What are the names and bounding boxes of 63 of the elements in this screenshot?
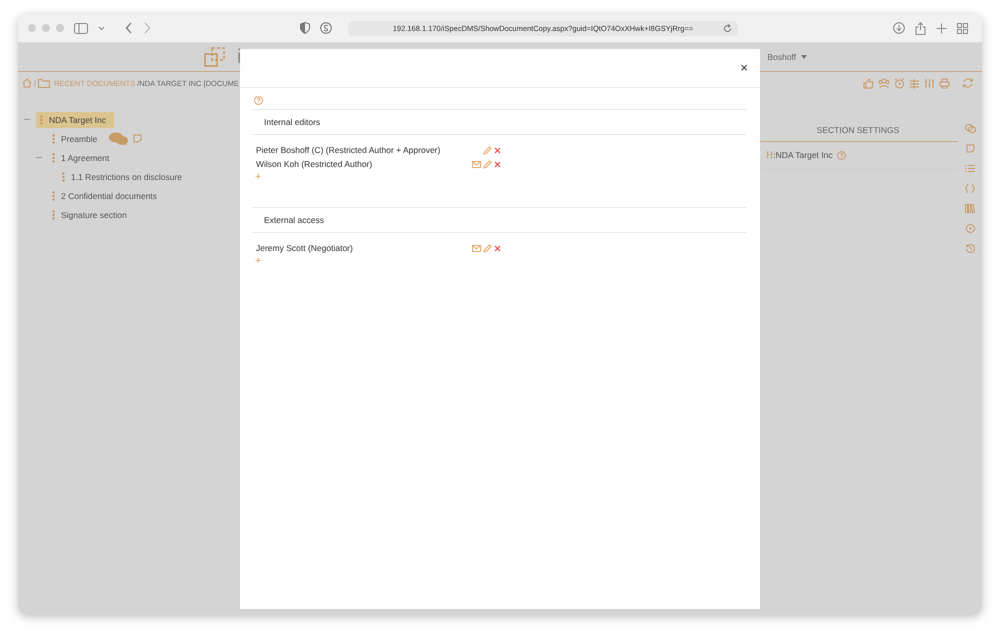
share-icon[interactable] (915, 22, 926, 34)
section-title: H:NDA Target Inc (766, 150, 833, 161)
drag-handle-icon[interactable] (40, 114, 43, 124)
download-icon[interactable] (893, 22, 905, 34)
drag-handle-icon[interactable] (52, 134, 55, 144)
section-heading: Internal editors (253, 109, 746, 135)
play-circle-icon[interactable] (966, 224, 974, 233)
email-icon[interactable] (472, 160, 481, 168)
new-tab-icon[interactable] (936, 22, 947, 34)
note-icon[interactable] (133, 134, 142, 143)
email-icon[interactable] (472, 244, 481, 252)
comments-icon[interactable] (109, 132, 130, 146)
transfer-icon[interactable] (909, 78, 920, 88)
caret-icon[interactable] (801, 55, 807, 59)
drag-handle-icon[interactable] (52, 210, 55, 220)
help-icon[interactable] (836, 151, 846, 160)
drag-handle-icon[interactable] (62, 172, 65, 182)
forward-icon[interactable] (143, 22, 151, 34)
member-name: Jeremy Scott (Negotiator) (256, 243, 354, 253)
list-icon[interactable] (965, 164, 975, 173)
sidebar-icon[interactable] (74, 22, 88, 34)
close-window-button[interactable] (28, 24, 36, 32)
pencil-icon[interactable] (483, 244, 492, 252)
books-icon[interactable] (965, 204, 975, 213)
extension-icon[interactable] (320, 22, 332, 34)
reload-icon[interactable] (723, 24, 732, 32)
chevron-down-icon[interactable] (98, 26, 105, 30)
tree-item[interactable]: Preamble (48, 130, 106, 146)
tab-overview-icon[interactable] (957, 22, 968, 34)
shield-icon[interactable] (300, 22, 310, 34)
tree-item[interactable]: 2 Confidential documents (48, 188, 165, 204)
help-icon[interactable] (254, 96, 263, 105)
drag-handle-icon[interactable] (52, 152, 55, 162)
section-heading: External access (253, 207, 746, 233)
logo-text: i (237, 46, 242, 68)
note-icon[interactable] (966, 144, 974, 153)
printer-icon[interactable] (939, 78, 950, 88)
member-name: Pieter Boshoff (C) (Restricted Author + Approver) (256, 145, 442, 155)
user-menu[interactable]: Boshoff (767, 52, 796, 62)
tree-item[interactable]: 1.1 Restrictions on disclosure (58, 168, 190, 184)
history-icon[interactable] (966, 244, 974, 253)
drag-handle-icon[interactable] (52, 190, 55, 200)
home-icon[interactable] (22, 78, 32, 88)
refresh-icon[interactable] (962, 77, 974, 89)
remove-icon[interactable] (494, 244, 501, 252)
tree-item[interactable]: Signature section (48, 206, 135, 222)
sliders-icon[interactable] (924, 78, 935, 88)
member-name: Wilson Koh (Restricted Author) (256, 159, 374, 169)
minimize-window-button[interactable] (42, 24, 50, 32)
comments-icon[interactable] (964, 124, 976, 133)
tree-item[interactable]: 1 Agreement (48, 150, 118, 166)
close-button[interactable]: × (734, 60, 754, 74)
remove-icon[interactable] (494, 146, 501, 154)
logo-icon (204, 47, 226, 67)
alarm-clock-icon[interactable] (894, 78, 905, 88)
folder-icon[interactable] (38, 78, 50, 88)
people-icon[interactable] (878, 78, 890, 88)
thumbs-up-icon[interactable] (863, 78, 874, 88)
remove-icon[interactable] (494, 160, 501, 168)
zoom-window-button[interactable] (56, 24, 64, 32)
back-icon[interactable] (125, 22, 133, 34)
tree-item[interactable]: NDA Target Inc (36, 112, 114, 128)
braces-icon[interactable] (965, 184, 975, 193)
